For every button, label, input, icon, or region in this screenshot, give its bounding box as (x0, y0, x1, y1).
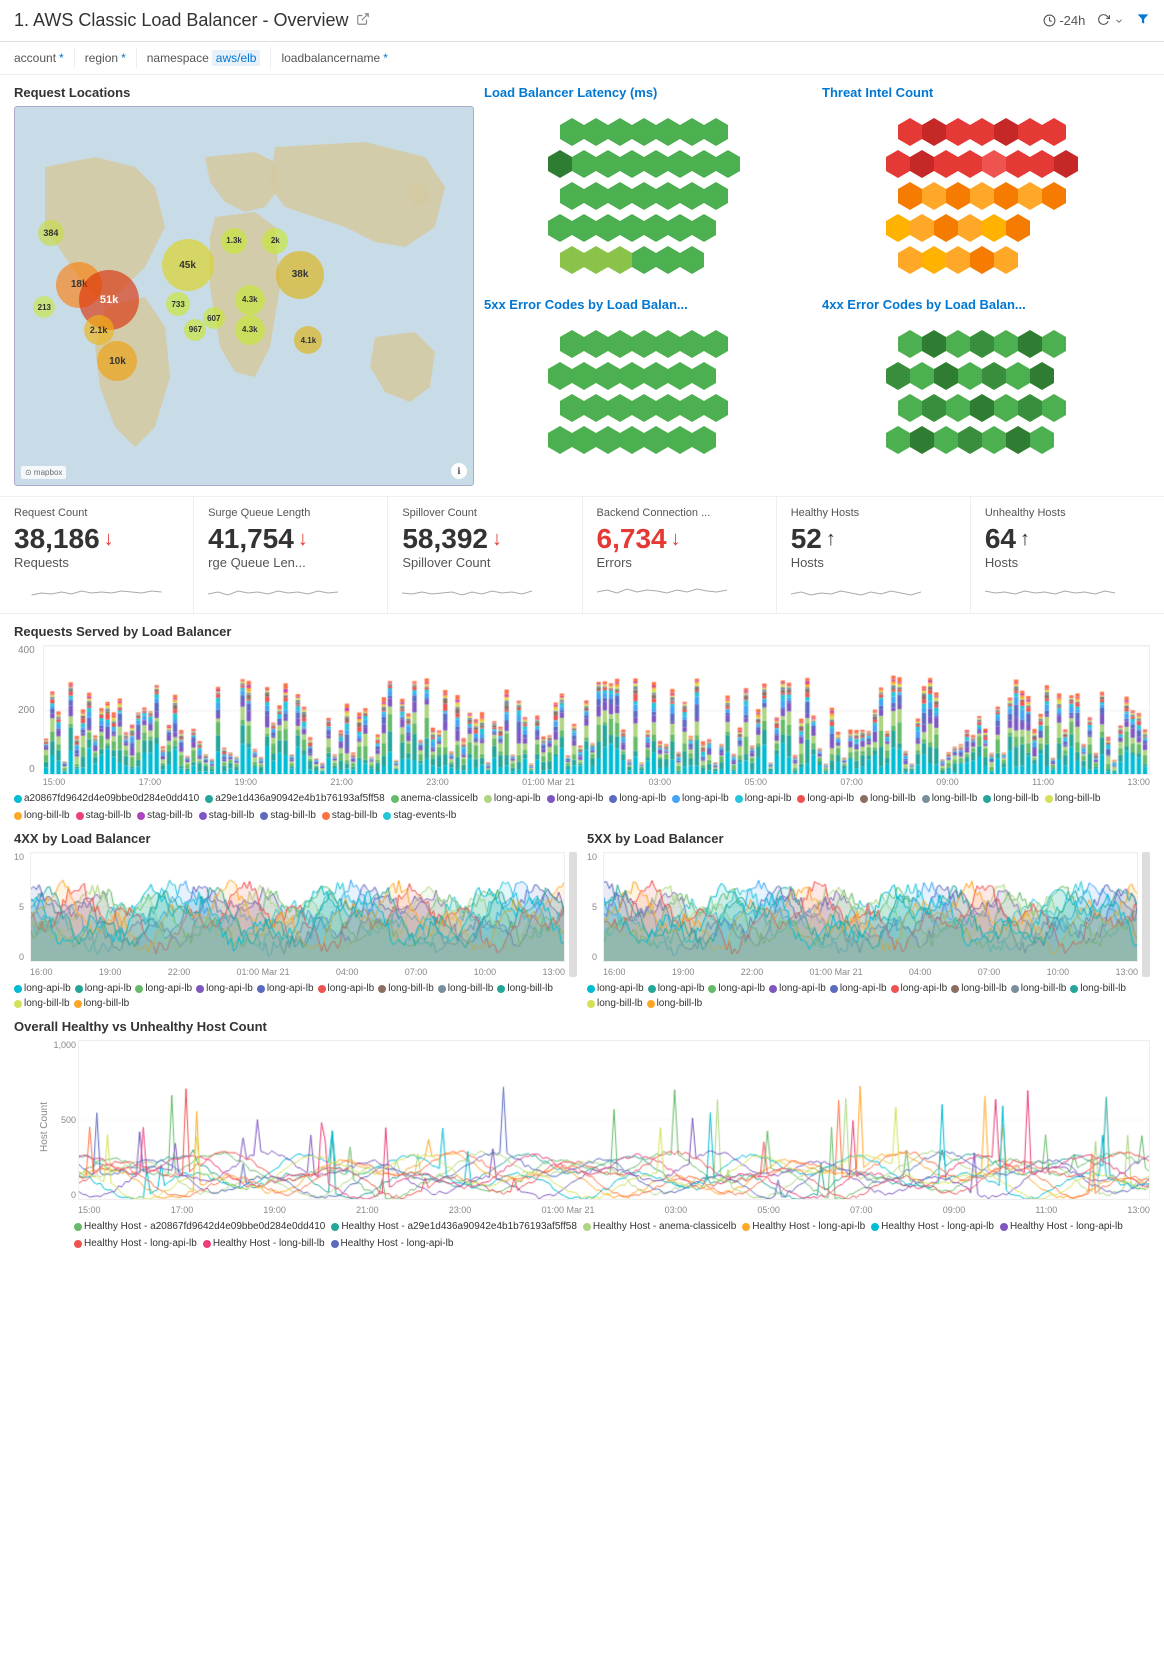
stat-request-sparkline (14, 570, 179, 600)
error-5xx-honeycomb (484, 318, 812, 469)
stat-healthy-sublabel: Hosts (791, 555, 956, 570)
5xx-x-axis: 16:0019:0022:0001:00 Mar 2104:0007:0010:… (603, 967, 1138, 977)
filter-region[interactable]: region * (75, 48, 137, 68)
requests-y-axis: 400 200 0 (14, 645, 39, 775)
threat-intel-panel: Threat Intel Count (822, 85, 1150, 287)
stat-unhealthy-value: 64 (985, 523, 1016, 555)
5xx-legend: long-api-lb long-api-lb long-api-lb long… (587, 983, 1150, 1009)
stat-healthy-arrow: ↑ (826, 528, 836, 551)
healthy-legend: Healthy Host - a20867fd9642d4e09bbe0d284… (14, 1221, 1150, 1249)
stat-unhealthy-label: Unhealthy Hosts (985, 507, 1150, 519)
stat-unhealthy-sparkline (985, 570, 1115, 600)
latency-panel: Load Balancer Latency (ms) (484, 85, 812, 287)
request-locations-title: Request Locations (14, 85, 474, 100)
5xx-title: 5XX by Load Balancer (587, 831, 1150, 846)
latency-hex-grid (488, 110, 808, 280)
error-4xx-panel: 4xx Error Codes by Load Balan... (822, 297, 1150, 469)
5xx-y-axis: 1050 (587, 852, 599, 962)
latency-title: Load Balancer Latency (ms) (484, 85, 812, 100)
error-5xx-panel: 5xx Error Codes by Load Balan... (484, 297, 812, 469)
healthy-y-axis: 1,000 500 0 (46, 1040, 76, 1200)
share-icon[interactable] (356, 12, 370, 29)
header: 1. AWS Classic Load Balancer - Overview … (0, 0, 1164, 42)
stat-surge-queue: Surge Queue Length 41,754 ↓ rge Queue Le… (194, 497, 388, 613)
5xx-chart (603, 852, 1138, 962)
filter-icon[interactable] (1136, 12, 1150, 29)
stat-request-count: Request Count 38,186 ↓ Requests (0, 497, 194, 613)
refresh-control[interactable] (1097, 13, 1124, 29)
stat-spillover-sublabel: Spillover Count (402, 555, 567, 570)
4xx-x-axis: 16:0019:0022:0001:00 Mar 2104:0007:0010:… (30, 967, 565, 977)
request-locations-panel: Request Locations (14, 85, 474, 486)
error-4xx-title: 4xx Error Codes by Load Balan... (822, 297, 1150, 312)
stat-unhealthy: Unhealthy Hosts 64 ↑ Hosts (971, 497, 1164, 613)
stats-row: Request Count 38,186 ↓ Requests Surge Qu… (0, 496, 1164, 614)
4xx-scrollbar[interactable] (569, 852, 577, 977)
threat-intel-title: Threat Intel Count (822, 85, 1150, 100)
stat-unhealthy-arrow: ↑ (1020, 528, 1030, 551)
error-4xx-hex-grid (826, 322, 1146, 462)
threat-intel-hex-grid (826, 110, 1146, 280)
requests-legend: a20867fd9642d4e09bbe0d284e0dd410 a29e1d4… (14, 793, 1150, 821)
error-5xx-hex-grid (488, 322, 808, 462)
filter-bar: account * region * namespace aws/elb loa… (0, 42, 1164, 75)
time-control[interactable]: -24h (1043, 13, 1085, 28)
healthy-unhealthy-section: Overall Healthy vs Unhealthy Host Count … (0, 1019, 1164, 1259)
healthy-unhealthy-title: Overall Healthy vs Unhealthy Host Count (14, 1019, 1150, 1034)
stat-request-value: 38,186 (14, 523, 100, 555)
stat-request-label: Request Count (14, 507, 179, 519)
map-container[interactable]: 384 18k 51k 213 2.1k 10k 45k 733 967 607… (14, 106, 474, 486)
stat-healthy: Healthy Hosts 52 ↑ Hosts (777, 497, 971, 613)
stat-request-sublabel: Requests (14, 555, 179, 570)
filter-account[interactable]: account * (14, 48, 75, 68)
stat-backend-label: Backend Connection ... (597, 507, 762, 519)
stat-healthy-sparkline (791, 570, 921, 600)
stat-request-arrow: ↓ (104, 528, 114, 551)
4xx-title: 4XX by Load Balancer (14, 831, 577, 846)
stat-surge-arrow: ↓ (298, 528, 308, 551)
stat-unhealthy-sublabel: Hosts (985, 555, 1150, 570)
5xx-scrollbar[interactable] (1142, 852, 1150, 977)
filter-loadbalancername[interactable]: loadbalancername * (271, 48, 397, 68)
latency-honeycomb (484, 106, 812, 287)
error-4xx-honeycomb (822, 318, 1150, 469)
map-blobs: 384 18k 51k 213 2.1k 10k 45k 733 967 607… (15, 107, 473, 485)
requests-x-axis: 15:0017:0019:0021:0023:0001:00 Mar 2103:… (43, 777, 1150, 787)
stat-healthy-value: 52 (791, 523, 822, 555)
stat-backend: Backend Connection ... 6,734 ↓ Errors (583, 497, 777, 613)
map-info-icon[interactable]: ℹ (451, 463, 467, 479)
requests-served-section: Requests Served by Load Balancer 400 200… (0, 614, 1164, 831)
stat-surge-label: Surge Queue Length (208, 507, 373, 519)
mapbox-logo: ⊙ mapbox (21, 466, 66, 479)
stat-healthy-label: Healthy Hosts (791, 507, 956, 519)
stat-spillover: Spillover Count 58,392 ↓ Spillover Count (388, 497, 582, 613)
stat-backend-sparkline (597, 570, 727, 600)
5xx-section: 5XX by Load Balancer 1050 16:0019:0022:0… (587, 831, 1150, 1009)
stat-backend-arrow: ↓ (671, 528, 681, 551)
filter-label-account: account (14, 51, 56, 65)
stat-surge-sublabel: rge Queue Len... (208, 555, 373, 570)
page-title: 1. AWS Classic Load Balancer - Overview (14, 10, 348, 31)
4xx-section: 4XX by Load Balancer 1050 16:0019:0022:0… (14, 831, 577, 1009)
4xx-chart (30, 852, 565, 962)
threat-intel-honeycomb (822, 106, 1150, 287)
4xx-legend: long-api-lb long-api-lb long-api-lb long… (14, 983, 577, 1009)
stat-spillover-value: 58,392 (402, 523, 488, 555)
stat-spillover-sparkline (402, 570, 532, 600)
stat-backend-sublabel: Errors (597, 555, 762, 570)
requests-served-title: Requests Served by Load Balancer (14, 624, 1150, 639)
stat-surge-value: 41,754 (208, 523, 294, 555)
healthy-chart (78, 1040, 1150, 1200)
stat-surge-sparkline (208, 570, 338, 600)
requests-chart-area (43, 645, 1150, 775)
stat-spillover-label: Spillover Count (402, 507, 567, 519)
error-5xx-title: 5xx Error Codes by Load Balan... (484, 297, 812, 312)
healthy-x-axis: 15:0017:0019:0021:0023:0001:00 Mar 2103:… (78, 1205, 1150, 1215)
stat-backend-value: 6,734 (597, 523, 667, 555)
4xx-y-axis: 1050 (14, 852, 26, 962)
filter-namespace[interactable]: namespace aws/elb (137, 47, 272, 69)
stat-spillover-arrow: ↓ (492, 528, 502, 551)
